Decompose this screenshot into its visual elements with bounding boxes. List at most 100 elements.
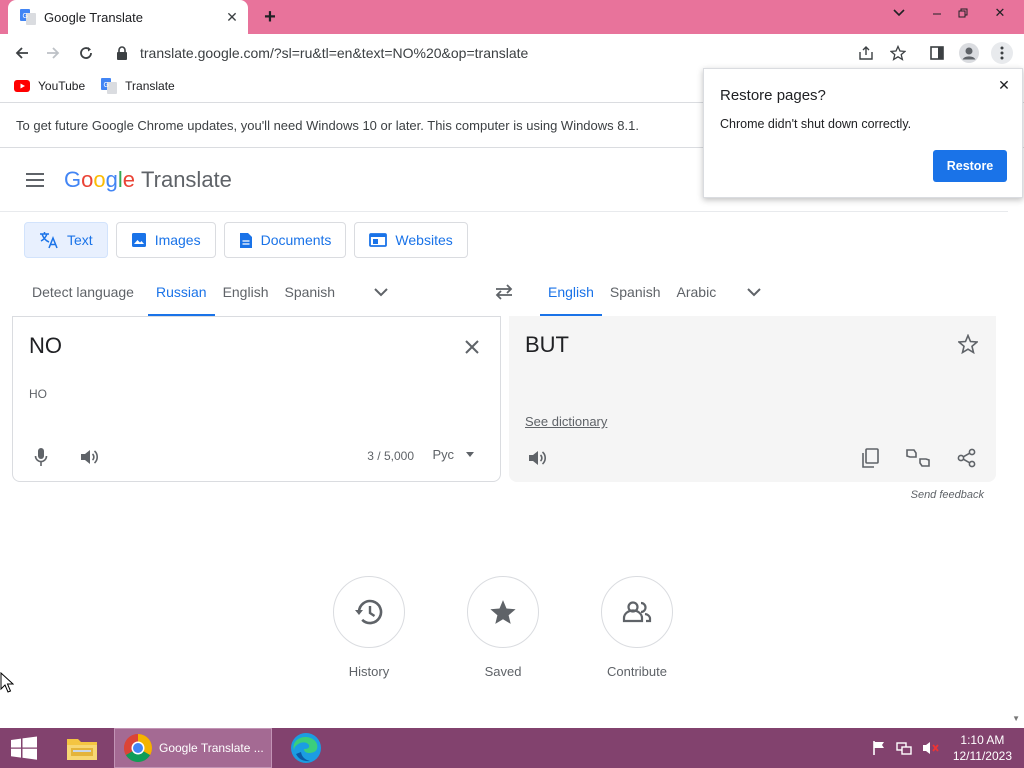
target-lang-spanish[interactable]: Spanish [602, 268, 669, 316]
minimize-icon[interactable] [924, 0, 950, 26]
new-tab-icon[interactable]: + [258, 6, 282, 28]
saved-button[interactable]: Saved [453, 576, 553, 679]
bookmark-translate[interactable]: G Translate [101, 78, 175, 94]
mode-images-button[interactable]: Images [115, 222, 216, 258]
share-page-icon[interactable] [855, 42, 877, 64]
reload-icon[interactable] [73, 40, 99, 66]
source-text-area[interactable]: NO НО 3 / 5,000 Рус [12, 316, 501, 482]
contribute-circle[interactable] [601, 576, 673, 648]
windows-start-icon[interactable] [4, 728, 44, 768]
profile-avatar-icon[interactable] [958, 42, 980, 64]
contribute-button[interactable]: Contribute [587, 576, 687, 679]
edge-browser-icon[interactable] [284, 728, 328, 768]
mode-documents-button[interactable]: Documents [223, 222, 347, 258]
input-tools-button[interactable]: Рус [432, 447, 474, 462]
mouse-cursor-icon [0, 672, 14, 693]
mode-text-button[interactable]: Text [24, 222, 108, 258]
document-icon [239, 232, 252, 248]
tab-title: Google Translate [44, 9, 144, 25]
mode-websites-button[interactable]: Websites [354, 222, 468, 258]
bookmark-star-icon[interactable] [887, 42, 909, 64]
mode-label: Websites [395, 232, 453, 248]
copy-translation-icon[interactable] [856, 444, 884, 472]
tab-close-icon[interactable]: ✕ [222, 7, 242, 27]
svg-text:G: G [104, 82, 109, 89]
listen-translation-icon[interactable] [523, 444, 551, 472]
saved-label: Saved [484, 664, 522, 679]
browser-toolbar: translate.google.com/?sl=ru&tl=en&text=N… [0, 34, 1024, 72]
translated-text: BUT [525, 332, 569, 357]
keyboard-layout-label: Рус [432, 447, 454, 462]
microphone-icon[interactable] [27, 443, 55, 471]
clock-date: 12/11/2023 [952, 749, 1012, 763]
svg-text:G: G [23, 13, 28, 20]
mode-label: Documents [260, 232, 332, 248]
youtube-icon [14, 80, 30, 92]
scrollbar-down-arrow[interactable]: ▼ [1012, 714, 1020, 723]
side-panel-icon[interactable] [926, 42, 948, 64]
translate-icon: G [101, 78, 118, 94]
share-translation-icon[interactable] [953, 444, 981, 472]
source-transliteration: НО [29, 387, 47, 401]
taskbar-clock[interactable]: 1:10 AM 12/11/2023 [953, 732, 1012, 764]
see-dictionary-link[interactable]: See dictionary [525, 414, 607, 429]
history-circle[interactable] [333, 576, 405, 648]
translation-output: BUT See dictionary [509, 316, 996, 482]
save-translation-star-icon[interactable] [957, 333, 979, 359]
source-text[interactable]: NO [29, 333, 62, 359]
rate-translation-icon[interactable] [904, 444, 932, 472]
send-feedback-link[interactable]: Send feedback [911, 489, 984, 501]
translate-icon [40, 232, 58, 249]
action-center-flag-icon[interactable] [872, 740, 886, 756]
saved-circle[interactable] [467, 576, 539, 648]
browser-tab[interactable]: G Google Translate ✕ [8, 0, 248, 34]
source-lang-detect[interactable]: Detect language [24, 268, 142, 316]
volume-muted-icon[interactable] [922, 740, 940, 756]
target-lang-arabic[interactable]: Arabic [669, 268, 725, 316]
source-lang-russian[interactable]: Russian [147, 268, 215, 316]
target-lang-english[interactable]: English [540, 268, 602, 316]
dialog-message: Chrome didn't shut down correctly. [720, 117, 912, 131]
source-lang-english[interactable]: English [215, 268, 277, 316]
listen-source-icon[interactable] [75, 443, 103, 471]
taskbar-chrome-label: Google Translate ... [159, 741, 264, 755]
dialog-close-icon[interactable]: ✕ [994, 75, 1014, 95]
lock-icon [117, 46, 127, 60]
more-target-languages-icon[interactable] [736, 274, 772, 310]
main-menu-icon[interactable] [24, 170, 48, 190]
more-source-languages-icon[interactable] [363, 274, 399, 310]
contribute-label: Contribute [607, 664, 667, 679]
title-bar: G Google Translate ✕ + ✕ [0, 0, 1024, 34]
system-tray [872, 728, 940, 768]
network-icon[interactable] [896, 740, 912, 756]
back-icon[interactable] [9, 40, 35, 66]
source-toolbar: 3 / 5,000 Рус [13, 443, 500, 471]
forward-icon[interactable] [40, 40, 66, 66]
tab-search-icon[interactable] [886, 0, 912, 26]
mode-selector: Text Images Documents Websites [24, 222, 476, 258]
file-explorer-icon[interactable] [60, 728, 104, 768]
source-lang-spanish[interactable]: Spanish [276, 268, 343, 316]
browser-menu-icon[interactable] [991, 42, 1013, 64]
close-window-icon[interactable]: ✕ [986, 0, 1014, 26]
dropdown-icon [466, 452, 474, 457]
mode-label: Text [67, 232, 93, 248]
bookmark-youtube[interactable]: YouTube [14, 79, 85, 93]
logo-letter: g [105, 167, 118, 192]
swap-languages-icon[interactable] [490, 278, 518, 306]
restore-button[interactable]: Restore [933, 150, 1007, 182]
google-translate-logo[interactable]: Google Translate [64, 167, 232, 193]
image-icon [131, 233, 146, 247]
bookmark-label: Translate [125, 79, 175, 93]
taskbar-chrome-window[interactable]: Google Translate ... [114, 728, 272, 768]
chrome-logo-icon [124, 734, 152, 762]
bookmark-label: YouTube [38, 79, 86, 93]
url-text: translate.google.com/?sl=ru&tl=en&text=N… [140, 45, 529, 61]
address-bar[interactable]: translate.google.com/?sl=ru&tl=en&text=N… [110, 38, 840, 68]
clear-source-icon[interactable] [460, 335, 484, 359]
dialog-title: Restore pages? [720, 87, 826, 104]
logo-letter: o [81, 167, 94, 192]
infobar-message: To get future Google Chrome updates, you… [16, 117, 639, 133]
history-button[interactable]: History [319, 576, 419, 679]
restore-window-icon[interactable] [950, 0, 976, 26]
